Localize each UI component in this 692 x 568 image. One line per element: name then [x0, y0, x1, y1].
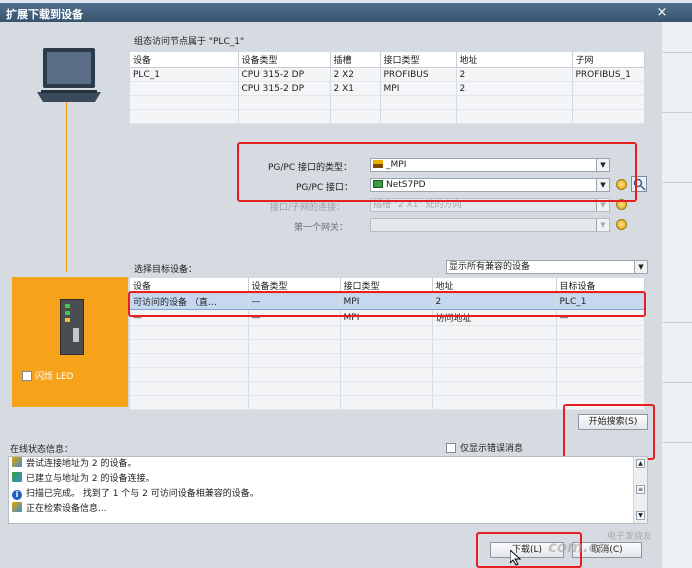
first-gateway-select[interactable]: ▼: [370, 218, 610, 232]
status-scrollbar[interactable]: ▲ ≡ ▼: [633, 457, 647, 523]
dialog-titlebar: 扩展下载到设备 ×: [0, 3, 692, 22]
cell: CPU 315-2 DP: [238, 81, 331, 96]
cell: [130, 81, 239, 96]
blink-led-option[interactable]: 闪烁 LED: [22, 369, 74, 382]
info-icon: i: [12, 490, 22, 500]
first-gateway-label: 第一个网关：: [294, 223, 349, 233]
cell: 2 X2: [330, 67, 381, 82]
connected-icon: [12, 472, 22, 482]
table-row: [130, 367, 645, 382]
target-device-panel: 闪烁 LED: [12, 277, 128, 407]
errors-only-checkbox[interactable]: [446, 442, 456, 453]
highlight-start-search: [563, 404, 655, 460]
table-row: [130, 325, 645, 340]
connect-icon: [12, 502, 22, 512]
col-header: 地址: [456, 52, 573, 68]
access-node-table: 设备 设备类型 插槽 接口类型 地址 子网 PLC_1 CPU 315-2 DP…: [130, 52, 645, 124]
scroll-up-icon[interactable]: ▲: [636, 459, 645, 468]
blink-led-label: 闪烁 LED: [35, 372, 74, 382]
properties-icon[interactable]: [616, 219, 627, 230]
cell: PROFIBUS_1: [572, 67, 645, 82]
scroll-down-icon[interactable]: ▼: [636, 511, 645, 520]
col-header: 子网: [572, 52, 645, 68]
cell: CPU 315-2 DP: [238, 67, 331, 82]
table-row[interactable]: PLC_1 CPU 315-2 DP 2 X2 PROFIBUS 2 PROFI…: [130, 67, 645, 82]
table-row: [130, 95, 645, 110]
table-row: [130, 353, 645, 368]
status-message-list: 尝试连接地址为 2 的设备。 已建立与地址为 2 的设备连接。 i 扫描已完成。 …: [8, 456, 648, 524]
pg-laptop-icon: [37, 48, 101, 102]
list-item: i 扫描已完成。 找到了 1 个与 2 可访问设备相兼容的设备。: [9, 487, 629, 502]
target-device-label: 选择目标设备：: [134, 265, 198, 275]
col-header: 插槽: [330, 52, 381, 68]
table-row: [130, 109, 645, 124]
cell: PROFIBUS: [380, 67, 457, 82]
device-filter-select[interactable]: 显示所有兼容的设备 ▼: [446, 260, 648, 274]
table-row: [130, 381, 645, 396]
errors-only-option[interactable]: 仅显示错误消息: [446, 441, 523, 454]
col-header: 设备类型: [238, 52, 331, 68]
cell: 2: [456, 67, 573, 82]
plc-device-icon: [60, 299, 84, 355]
list-item: 已建立与地址为 2 的设备连接。: [9, 472, 629, 487]
dialog-title: 扩展下载到设备: [6, 8, 83, 21]
scroll-thumb[interactable]: ≡: [636, 485, 645, 494]
connection-diagram: [0, 22, 128, 282]
background-window-area: [662, 22, 692, 568]
chevron-down-icon[interactable]: ▼: [596, 219, 609, 231]
connection-line: [66, 102, 67, 272]
list-item: 正在检索设备信息...: [9, 502, 629, 517]
highlight-selected-device: [128, 291, 646, 317]
extended-download-dialog: 闪烁 LED 组态访问节点属于 "PLC_1" 设备 设备类型 插槽 接口类型 …: [0, 22, 662, 568]
cell: 2: [456, 81, 573, 96]
cell: MPI: [380, 81, 457, 96]
cell: 2 X1: [330, 81, 381, 96]
errors-only-label: 仅显示错误消息: [460, 444, 524, 454]
connect-icon: [12, 457, 22, 467]
chevron-down-icon[interactable]: ▼: [634, 261, 647, 273]
access-node-label: 组态访问节点属于 "PLC_1": [134, 37, 245, 47]
access-node-header: 设备 设备类型 插槽 接口类型 地址 子网: [130, 52, 645, 68]
list-item: 尝试连接地址为 2 的设备。: [9, 457, 629, 472]
table-row[interactable]: CPU 315-2 DP 2 X1 MPI 2: [130, 81, 645, 96]
mouse-cursor-icon: [510, 550, 522, 566]
watermark-cn: 电子发烧友: [607, 532, 653, 542]
highlight-interface-settings: [237, 142, 637, 202]
col-header: 设备: [130, 52, 239, 68]
close-icon[interactable]: ×: [654, 5, 670, 20]
table-row: [130, 339, 645, 354]
watermark: com.cn: [548, 538, 609, 556]
cell: PLC_1: [130, 67, 239, 82]
status-label: 在线状态信息：: [10, 445, 74, 455]
blink-led-checkbox[interactable]: [22, 370, 32, 381]
cell: [572, 81, 645, 96]
col-header: 接口类型: [380, 52, 457, 68]
